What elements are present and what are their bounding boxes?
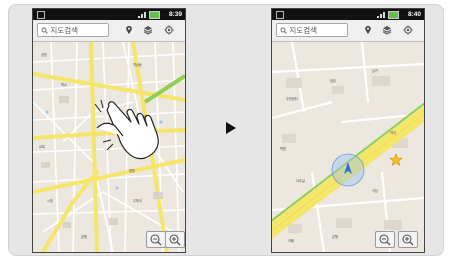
map-search-input[interactable]: 지도검색: [276, 23, 348, 37]
my-location-icon[interactable]: [403, 25, 413, 35]
notification-icon: [276, 11, 284, 19]
battery-icon: [388, 11, 399, 19]
place-pin-icon[interactable]: [124, 25, 134, 35]
map-view[interactable]: 공원역삼동학교 빌딩교회병원 시장우체국은행: [33, 42, 185, 252]
zoom-out-button[interactable]: [146, 231, 166, 248]
zoom-out-button[interactable]: [375, 231, 395, 248]
notification-icon: [37, 11, 45, 19]
zoom-in-icon: [402, 234, 414, 246]
svg-text:학교: 학교: [61, 82, 67, 87]
map-search-input[interactable]: 지도검색: [37, 23, 109, 37]
maps-toolbar: 지도검색: [33, 20, 185, 42]
phone-screen-before: 8:39 지도검색 공원 역삼동 학교 교회 병원 시장 우체국 은행: [32, 8, 186, 253]
zoom-in-icon: [169, 234, 181, 246]
play-arrow-icon: [226, 122, 236, 134]
search-placeholder: 지도검색: [50, 26, 78, 35]
starred-place-icon: [389, 153, 403, 166]
status-time: 8:39: [168, 11, 182, 18]
svg-text:교회: 교회: [39, 144, 45, 149]
maps-toolbar: 지도검색: [272, 20, 424, 42]
search-icon: [41, 27, 48, 34]
battery-icon: [149, 11, 160, 19]
layers-icon[interactable]: [382, 25, 392, 35]
svg-text:은행: 은행: [332, 234, 338, 239]
svg-text:상가: 상가: [372, 68, 378, 73]
zoom-in-button[interactable]: [165, 231, 185, 248]
street-map-zoomed: 주민센터상가빌딩 학원약국사무실 식당은행카페 마트: [272, 42, 424, 252]
svg-text:은행: 은행: [81, 234, 87, 239]
status-bar: 8:39: [33, 9, 185, 20]
svg-text:빌딩: 빌딩: [330, 78, 336, 83]
svg-text:약국: 약국: [390, 130, 396, 135]
phone-screen-after: 8:40 지도검색 주민센터 상가 빌딩 학원 약국 사무실 식당 은행 카페: [271, 8, 425, 253]
svg-text:역삼동: 역삼동: [133, 62, 142, 67]
svg-text:공원: 공원: [41, 52, 47, 57]
place-pin-icon[interactable]: [363, 25, 373, 35]
street-map: 공원역삼동학교 빌딩교회병원 시장우체국은행: [33, 42, 185, 252]
svg-text:식당: 식당: [372, 188, 378, 193]
map-view[interactable]: 주민센터상가빌딩 학원약국사무실 식당은행카페 마트: [272, 42, 424, 252]
status-bar: 8:40: [272, 9, 424, 20]
svg-text:시장: 시장: [47, 198, 53, 203]
svg-text:주민센터: 주민센터: [286, 96, 298, 101]
search-icon: [280, 27, 287, 34]
zoom-out-icon: [150, 234, 162, 246]
layers-icon[interactable]: [143, 25, 153, 35]
my-location-icon[interactable]: [164, 25, 174, 35]
zoom-out-icon: [379, 234, 391, 246]
signal-icon: [377, 11, 387, 18]
signal-icon: [138, 11, 148, 18]
svg-text:학원: 학원: [280, 146, 286, 151]
svg-text:사무실: 사무실: [296, 178, 305, 183]
svg-text:카페: 카페: [288, 238, 294, 243]
status-time: 8:40: [407, 11, 421, 18]
zoom-in-button[interactable]: [398, 231, 418, 248]
search-placeholder: 지도검색: [289, 26, 317, 35]
svg-text:병원: 병원: [129, 168, 135, 173]
svg-text:우체국: 우체국: [133, 198, 142, 203]
